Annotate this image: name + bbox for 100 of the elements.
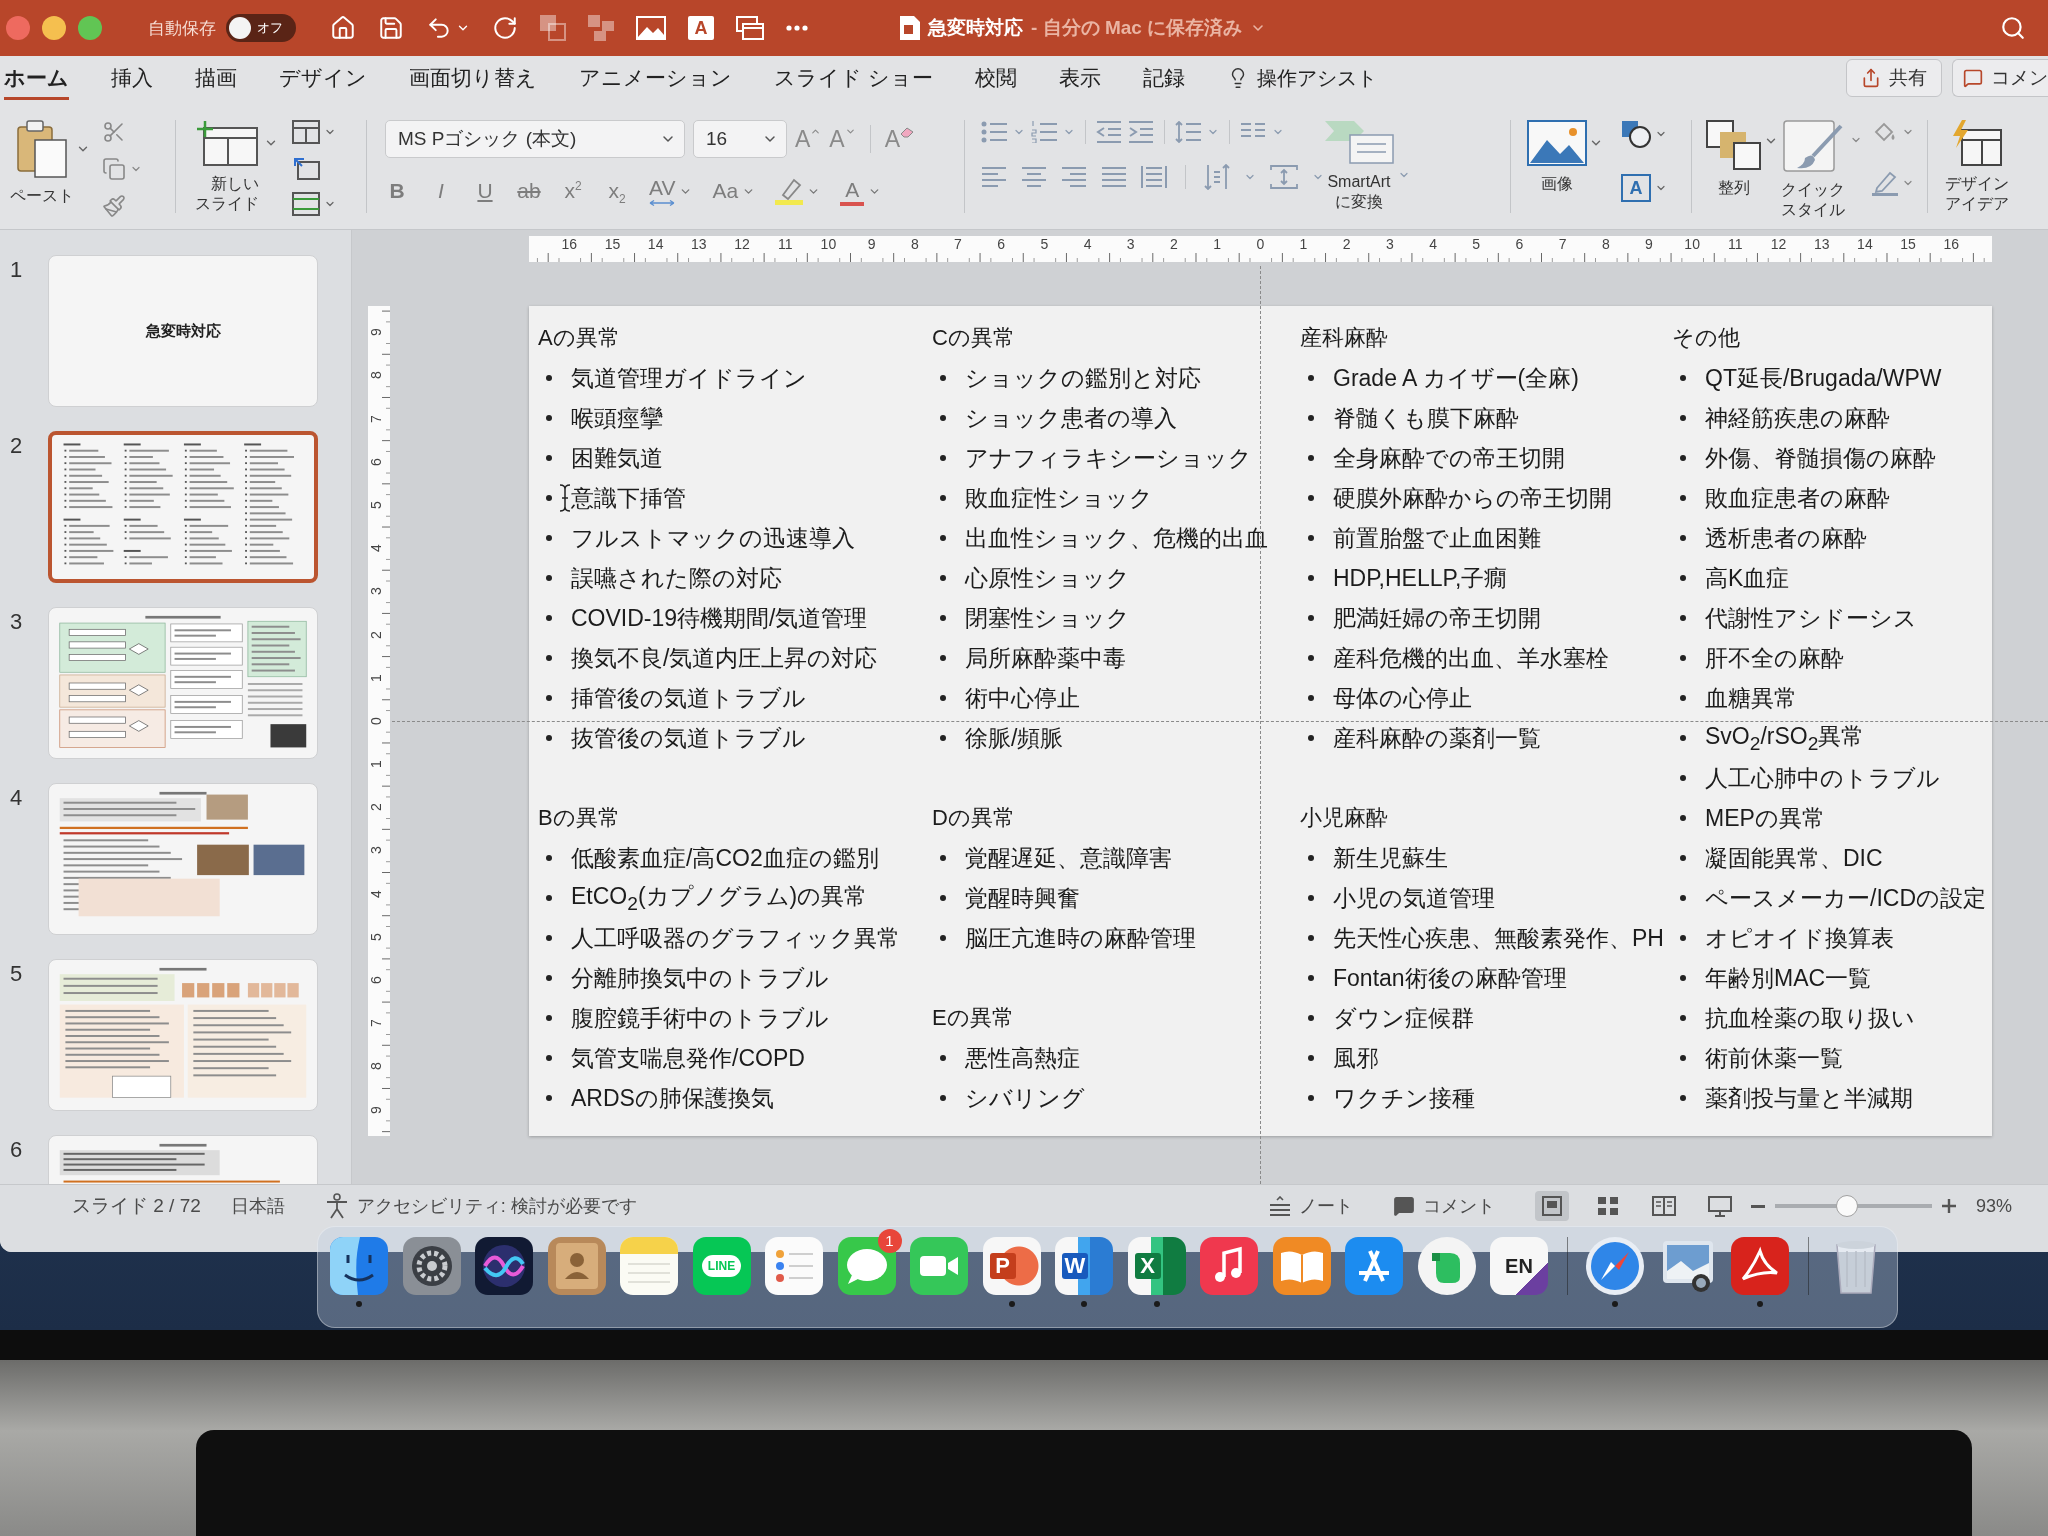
dock-app-button[interactable]: W	[1055, 1237, 1113, 1295]
open-book-icon[interactable]	[1272, 1237, 1331, 1295]
list-item-text[interactable]: 徐脈/頻脈	[965, 722, 1064, 754]
ribbon-tab[interactable]: デザイン	[279, 56, 367, 100]
list-item-text[interactable]: COVID-19待機期間/気道管理	[571, 602, 868, 634]
list-item-text[interactable]: 透析患者の麻酔	[1705, 522, 1867, 554]
ribbon-tab[interactable]: 画面切り替え	[409, 56, 537, 100]
orb-icon[interactable]	[475, 1237, 533, 1295]
video-camera-icon[interactable]	[910, 1237, 968, 1295]
list-item-text[interactable]: アナフィラキシーショック	[965, 442, 1252, 474]
list-item-text[interactable]: 抗血栓薬の取り扱い	[1705, 1002, 1915, 1034]
zoom-level-button[interactable]: 93%	[1975, 1191, 2012, 1221]
copy-icon[interactable]	[102, 157, 126, 181]
zoom-out-icon[interactable]	[1750, 1204, 1765, 1208]
list-item-text[interactable]: 意識下挿管	[571, 482, 686, 514]
increase-indent-icon[interactable]	[1128, 121, 1154, 143]
list-item-text[interactable]: 分離肺換気中のトラブル	[571, 962, 829, 994]
text-box-button[interactable]: A	[1621, 174, 1651, 202]
triangle-loop-icon[interactable]	[1731, 1237, 1789, 1295]
list-item-text[interactable]: 人工呼吸器のグラフィック異常	[571, 922, 900, 954]
language-button[interactable]: 日本語	[230, 1191, 285, 1221]
list-item-text[interactable]: ペースメーカー/ICDの設定	[1705, 882, 1986, 914]
comments-button[interactable]: コメント	[1392, 1191, 1495, 1221]
list-item-text[interactable]: 困難気道	[571, 442, 663, 474]
list-item-text[interactable]: 人工心肺中のトラブル	[1705, 762, 1940, 794]
paste-button[interactable]: ペースト	[10, 120, 74, 206]
crossed-strokes-icon[interactable]	[1345, 1237, 1403, 1295]
list-item-text[interactable]: 風邪	[1333, 1042, 1379, 1074]
list-item-text[interactable]: 局所麻酔薬中毒	[965, 642, 1126, 674]
list-item-text[interactable]: SvO$_{2}$/rSO$_{2}$異常	[1705, 721, 1865, 755]
bulleted-list-icon[interactable]	[981, 121, 1007, 143]
list-item-text[interactable]: 血糖異常	[1705, 682, 1797, 714]
smartart-button[interactable]: SmartArt に変換	[1324, 120, 1394, 212]
list-item-text[interactable]: 新生児蘇生	[1333, 842, 1448, 874]
new-slide-button[interactable]: 新しいスライド	[192, 120, 263, 214]
list-item-text[interactable]: 外傷、脊髄損傷の麻酔	[1705, 442, 1936, 474]
compass-icon[interactable]	[1586, 1237, 1644, 1295]
redo-icon[interactable]	[492, 15, 518, 41]
list-item-text[interactable]: MEPの異常	[1705, 802, 1825, 834]
home-icon[interactable]	[330, 15, 356, 41]
two-tone-face-icon[interactable]	[330, 1237, 388, 1295]
normal-view-icon[interactable]	[1534, 1191, 1569, 1221]
window-zoom-button[interactable]	[78, 16, 102, 40]
share-button[interactable]: 共有	[1846, 59, 1942, 97]
undo-icon[interactable]	[426, 15, 452, 41]
list-item-text[interactable]: QT延長/Brugada/WPW	[1705, 362, 1942, 394]
list-item-text[interactable]: 年齢別MAC一覧	[1705, 962, 1872, 994]
dock-app-button[interactable]: EN	[1490, 1237, 1548, 1295]
list-item-text[interactable]: 気道管理ガイドライン	[571, 362, 807, 394]
list-item-text[interactable]: 硬膜外麻酔からの帝王切開	[1333, 482, 1612, 514]
list-item-text[interactable]: 肥満妊婦の帝王切開	[1333, 602, 1541, 634]
list-item-text[interactable]: ダウン症候群	[1333, 1002, 1474, 1034]
list-item-text[interactable]: 誤嚥された際の対応	[571, 562, 782, 594]
decrease-indent-icon[interactable]	[1096, 121, 1122, 143]
zoom-in-icon[interactable]	[1941, 1199, 1956, 1213]
list-item-text[interactable]: 神経筋疾患の麻酔	[1705, 402, 1890, 434]
notes-button[interactable]: ノート	[1268, 1191, 1353, 1221]
align-right-icon[interactable]	[1061, 166, 1087, 188]
gear-icon[interactable]	[402, 1237, 461, 1295]
list-item-text[interactable]: 産科危機的出血、羊水塞栓	[1333, 642, 1609, 674]
pen-underline-icon[interactable]	[1872, 170, 1899, 196]
align-text-icon[interactable]	[1270, 165, 1298, 189]
list-item-text[interactable]: オピオイド換算表	[1705, 922, 1894, 954]
list-item-text[interactable]: Grade A カイザー(全麻)	[1333, 362, 1579, 394]
blob-icon[interactable]	[1417, 1237, 1476, 1295]
banded-frame-icon[interactable]	[292, 192, 321, 216]
list-item-text[interactable]: 術前休薬一覧	[1705, 1042, 1843, 1074]
scissors-icon[interactable]	[102, 120, 126, 144]
list-item-text[interactable]: 敗血症性ショック	[965, 482, 1153, 514]
list-item-text[interactable]: 高K血症	[1705, 562, 1790, 594]
layout-icon[interactable]	[292, 120, 321, 144]
list-item-text[interactable]: 低酸素血症/高CO2血症の鑑別	[571, 842, 879, 874]
align-center-icon[interactable]	[1021, 166, 1047, 188]
picture-button[interactable]: 画像	[1527, 120, 1587, 194]
list-item-text[interactable]: 代謝性アシドーシス	[1705, 602, 1917, 634]
ribbon-tab[interactable]: アニメーション	[579, 56, 732, 100]
quick-styles-button[interactable]: クイックスタイル	[1778, 120, 1849, 220]
list-item-text[interactable]: 産科麻酔の薬剤一覧	[1333, 722, 1541, 754]
list-item-text[interactable]: 覚醒遅延、意識障害	[965, 842, 1172, 874]
picture-icon[interactable]	[636, 16, 666, 40]
list-item-text[interactable]: 気管支喘息発作/COPD	[571, 1042, 805, 1074]
window-minimize-button[interactable]	[42, 16, 66, 40]
list-item-text[interactable]: ワクチン接種	[1333, 1082, 1475, 1114]
list-item-text[interactable]: 凝固能異常、DIC	[1705, 842, 1883, 874]
list-item-text[interactable]: 脊髄くも膜下麻酔	[1333, 402, 1519, 434]
align-left-icon[interactable]	[981, 166, 1007, 188]
dock-app-button[interactable]: X	[1127, 1237, 1186, 1295]
list-item-text[interactable]: 覚醒時興奮	[965, 882, 1080, 914]
ribbon-tab[interactable]: 描画	[195, 56, 237, 100]
list-item-text[interactable]: EtCO$_{2}$(カプノグラム)の異常	[571, 881, 868, 915]
slider-thumb[interactable]	[1836, 1195, 1859, 1217]
search-icon[interactable]	[2000, 15, 2026, 41]
list-item-text[interactable]: 抜管後の気道トラブル	[571, 722, 806, 754]
window-close-button[interactable]	[6, 16, 30, 40]
comments-button[interactable]: コメン	[1952, 59, 2048, 97]
list-item-text[interactable]: 小児の気道管理	[1333, 882, 1495, 914]
ribbon-tab[interactable]: 記録	[1142, 56, 1185, 100]
ribbon-tab[interactable]: 表示	[1058, 56, 1101, 100]
list-item-text[interactable]: HDP,HELLP,子癇	[1333, 562, 1508, 594]
speech-bubble-icon[interactable]	[837, 1237, 896, 1295]
